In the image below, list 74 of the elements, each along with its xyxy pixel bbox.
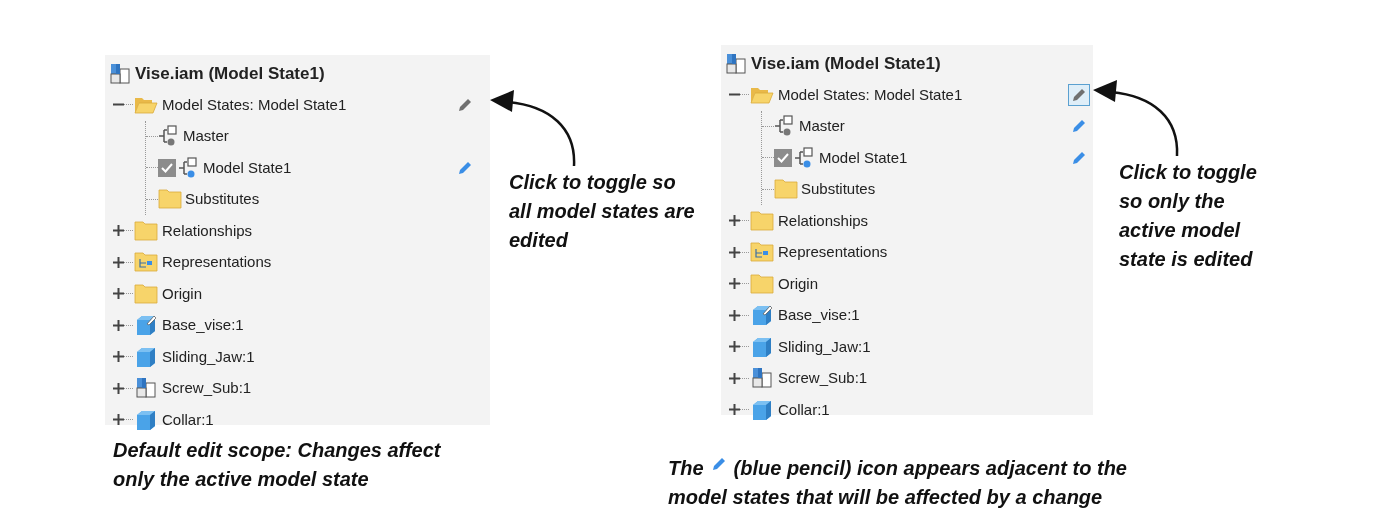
assembly-icon (750, 367, 774, 390)
expand-icon[interactable] (113, 414, 124, 426)
expand-icon[interactable] (113, 256, 124, 268)
expand-icon[interactable] (729, 278, 740, 290)
edit-scope-toggle[interactable] (1068, 83, 1090, 106)
tree-node-label[interactable]: Model States: Model State1 (778, 83, 1068, 106)
tree-root-label[interactable]: Vise.iam (Model State1) (751, 50, 941, 77)
tree-node-label[interactable]: Base_vise:1 (778, 304, 1093, 327)
tree-node-label[interactable]: Representations (778, 241, 1093, 264)
tree-node-label[interactable]: Collar:1 (778, 398, 1093, 421)
tree-node-label[interactable]: Relationships (162, 219, 490, 242)
expand-icon[interactable] (729, 372, 740, 384)
pencil-icon (1072, 87, 1086, 102)
figure-caption: (blue pencil) icon appears adjacent to the (733, 456, 1127, 481)
expand-icon[interactable] (729, 309, 740, 321)
figure-caption: model states that will be affected by a change (668, 485, 1104, 510)
figure-caption: Default edit scope: Changes affect only the active model state (113, 438, 442, 492)
tree-node-label[interactable]: Screw_Sub:1 (778, 367, 1093, 390)
open-folder-icon (750, 85, 774, 104)
tree-node-label[interactable]: Model State1 (203, 156, 454, 179)
tree-node-label[interactable]: Relationships (778, 209, 1093, 232)
tree-node-label[interactable]: Base_vise:1 (162, 314, 490, 337)
callout-text: Click to toggle so all model states are edited (509, 170, 696, 253)
pencil-icon (711, 456, 726, 471)
cube-icon (750, 398, 774, 421)
tree-node-label[interactable]: Substitutes (801, 178, 1093, 201)
cube-icon (134, 345, 158, 368)
assembly-icon (108, 62, 132, 85)
folder-tree-icon (750, 242, 774, 263)
tree-node-label[interactable]: Sliding_Jaw:1 (162, 345, 490, 368)
assembly-icon (724, 52, 748, 75)
expand-icon[interactable] (729, 404, 740, 416)
folder-icon (158, 189, 182, 210)
folder-icon (750, 273, 774, 294)
checkbox[interactable] (158, 158, 176, 177)
expand-icon[interactable] (113, 225, 124, 237)
tree-node-label[interactable]: Master (183, 125, 454, 148)
callout-text: Click to toggle so only the active model state is edited (1119, 160, 1258, 272)
tree-node-label[interactable]: Collar:1 (162, 408, 490, 431)
folder-icon (774, 179, 798, 200)
model-state-icon (178, 156, 200, 179)
tree-node-label[interactable]: Model State1 (819, 146, 1068, 169)
model-state-icon (774, 115, 796, 138)
cube-icon (134, 408, 158, 431)
pencil-icon (458, 97, 472, 112)
tree-node-label[interactable]: Model States: Model State1 (162, 93, 454, 116)
tree-node-label[interactable]: Substitutes (185, 188, 490, 211)
tree-node-label[interactable]: Origin (162, 282, 490, 305)
tree-node-label[interactable]: Sliding_Jaw:1 (778, 335, 1093, 358)
folder-icon (750, 210, 774, 231)
expand-icon[interactable] (113, 382, 124, 394)
folder-icon (134, 283, 158, 304)
open-folder-icon (134, 95, 158, 114)
folder-icon (134, 220, 158, 241)
modified-cube-icon (134, 314, 158, 337)
model-state-icon (794, 146, 816, 169)
expand-icon[interactable] (729, 341, 740, 353)
expand-icon[interactable] (729, 215, 740, 227)
checkbox[interactable] (774, 148, 792, 167)
figure-caption: The (668, 456, 704, 481)
assembly-icon (134, 377, 158, 400)
expand-icon[interactable] (113, 319, 124, 331)
tree-root-label[interactable]: Vise.iam (Model State1) (135, 60, 325, 87)
expand-icon[interactable] (113, 351, 124, 363)
model-state-icon (158, 125, 180, 148)
tree-node-label[interactable]: Origin (778, 272, 1093, 295)
cube-icon (750, 335, 774, 358)
tree-node-label[interactable]: Screw_Sub:1 (162, 377, 490, 400)
tree-node-label[interactable]: Representations (162, 251, 490, 274)
folder-tree-icon (134, 252, 158, 273)
tree-node-label[interactable]: Master (799, 115, 1068, 138)
expand-icon[interactable] (729, 246, 740, 258)
modified-cube-icon (750, 304, 774, 327)
expand-icon[interactable] (113, 288, 124, 300)
